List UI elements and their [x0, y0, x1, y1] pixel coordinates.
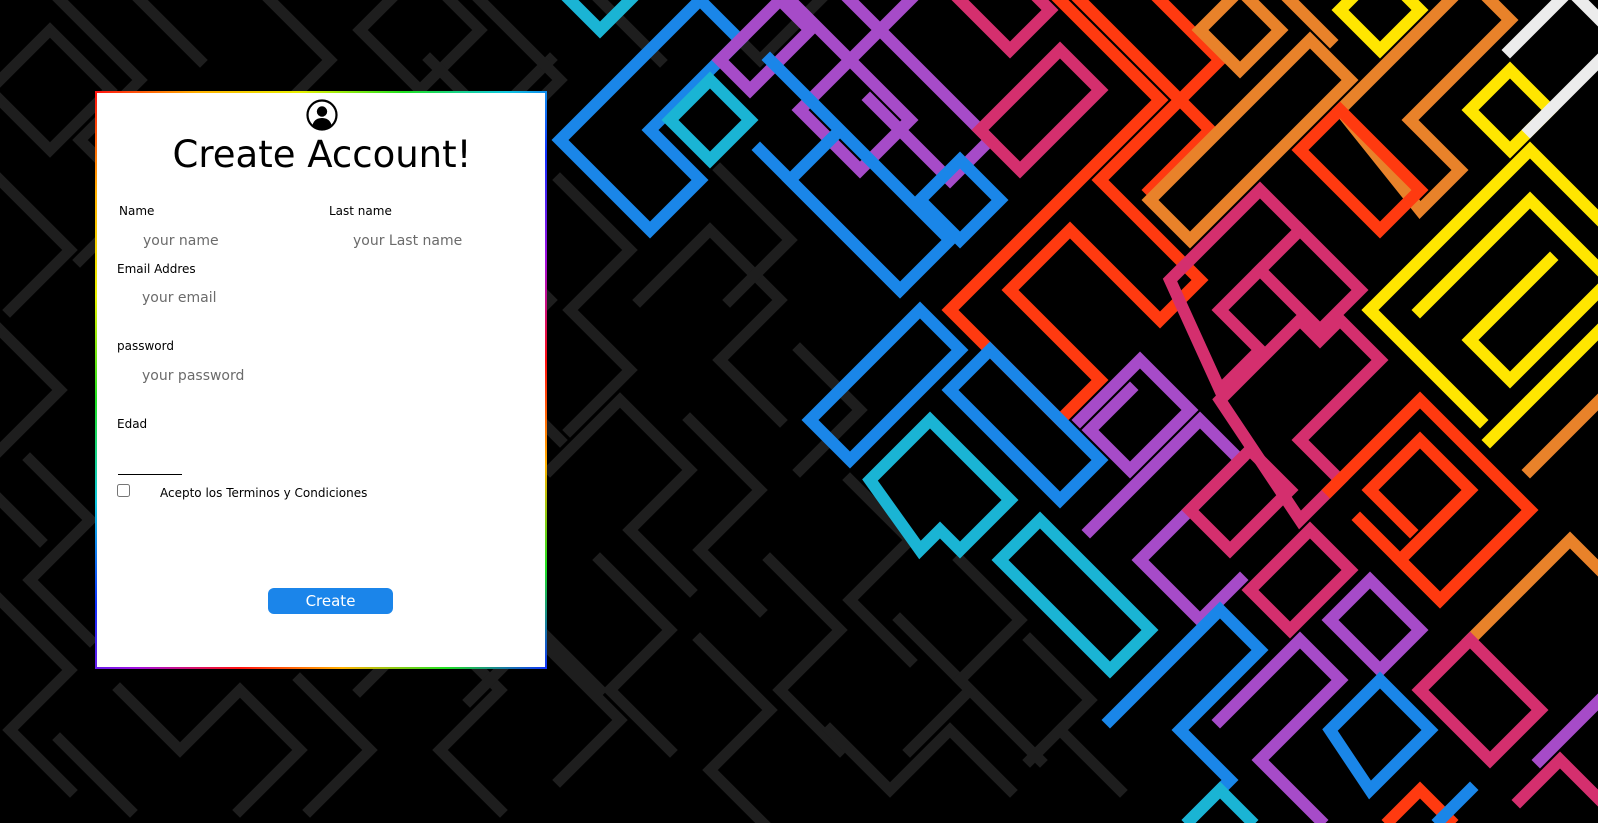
last-name-input[interactable]: [353, 230, 533, 252]
user-circle-icon: [306, 99, 338, 131]
page-background: Create Account! Name Last name Email Add…: [0, 0, 1598, 823]
password-field[interactable]: [142, 365, 442, 387]
age-input[interactable]: [118, 454, 182, 475]
create-button[interactable]: Create: [268, 588, 393, 614]
password-label: password: [117, 339, 174, 353]
create-account-card: Create Account! Name Last name Email Add…: [95, 91, 547, 669]
terms-checkbox[interactable]: [117, 484, 130, 497]
page-title: Create Account!: [172, 133, 472, 176]
age-label: Edad: [117, 417, 148, 431]
last-name-label: Last name: [329, 204, 392, 218]
name-label: Name: [119, 204, 155, 218]
terms-label[interactable]: Acepto los Terminos y Condiciones: [160, 485, 367, 501]
email-field[interactable]: [142, 287, 442, 309]
email-label: Email Addres: [117, 262, 196, 276]
name-input[interactable]: [143, 230, 313, 252]
